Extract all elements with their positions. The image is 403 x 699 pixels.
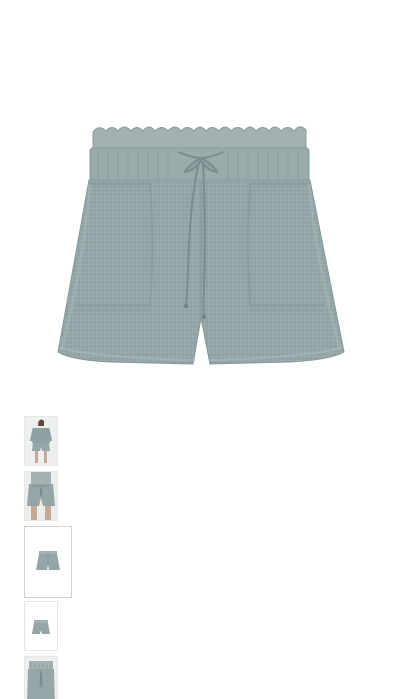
model-outfit-thumbnail-icon <box>25 417 57 465</box>
shorts-image-icon <box>57 126 345 365</box>
thumbnail-model-shorts-closeup[interactable] <box>24 471 58 521</box>
shorts-detail-thumbnail-icon <box>25 657 57 699</box>
thumbnail-model-full-outfit[interactable] <box>24 416 58 466</box>
thumbnail-shorts-flatlay[interactable] <box>24 526 72 598</box>
main-product-image[interactable] <box>0 0 403 395</box>
shorts-back-thumbnail-icon <box>25 602 57 650</box>
model-shorts-thumbnail-icon <box>25 472 57 520</box>
product-gallery <box>0 0 403 699</box>
shorts-flatlay-thumbnail-icon <box>25 527 71 597</box>
thumbnail-shorts-back[interactable] <box>24 601 58 651</box>
thumbnail-shorts-detail[interactable] <box>24 656 58 699</box>
